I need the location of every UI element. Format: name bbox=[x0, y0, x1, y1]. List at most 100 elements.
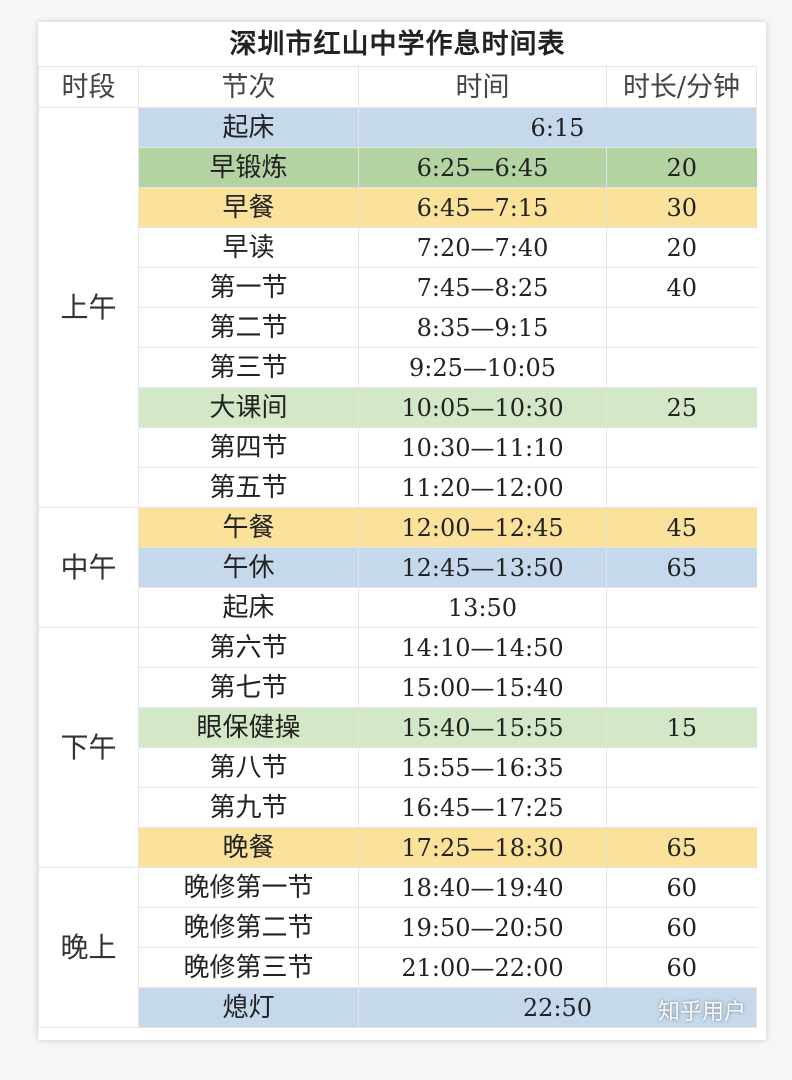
session-name: 早锻炼 bbox=[138, 147, 359, 188]
session-duration: 20 bbox=[606, 227, 757, 268]
session-name: 第八节 bbox=[138, 747, 359, 788]
session-name: 早读 bbox=[138, 227, 359, 268]
session-time: 15:40—15:55 bbox=[358, 707, 607, 748]
session-duration bbox=[606, 787, 757, 828]
session-duration: 65 bbox=[606, 827, 757, 868]
session-duration: 15 bbox=[606, 707, 757, 748]
schedule-row: 第七节 15:00—15:40 bbox=[39, 667, 757, 708]
session-time: 8:35—9:15 bbox=[358, 307, 607, 348]
session-duration: 20 bbox=[606, 147, 757, 188]
session-time: 10:05—10:30 bbox=[358, 387, 607, 428]
session-time: 11:20—12:00 bbox=[358, 467, 607, 508]
schedule-row: 起床 13:50 bbox=[39, 587, 757, 628]
session-name: 第三节 bbox=[138, 347, 359, 388]
period-label: 上午 bbox=[38, 107, 139, 508]
schedule-row: 早读 7:20—7:40 20 bbox=[39, 227, 757, 268]
schedule-row: 中午 午餐 12:00—12:45 45 bbox=[38, 507, 757, 628]
schedule-row: 第二节 8:35—9:15 bbox=[39, 307, 757, 348]
session-duration: 60 bbox=[606, 947, 757, 988]
session-duration bbox=[606, 667, 757, 708]
session-duration bbox=[606, 427, 757, 468]
session-name: 午休 bbox=[138, 547, 359, 588]
session-time: 6:45—7:15 bbox=[358, 187, 607, 228]
session-name: 第四节 bbox=[138, 427, 359, 468]
session-time: 9:25—10:05 bbox=[358, 347, 607, 388]
session-time: 19:50—20:50 bbox=[358, 907, 607, 948]
schedule-row: 早锻炼 6:25—6:45 20 bbox=[39, 147, 757, 188]
session-name: 起床 bbox=[138, 587, 359, 628]
session-duration bbox=[606, 587, 757, 628]
header-duration: 时长/分钟 bbox=[606, 66, 757, 108]
session-name: 第二节 bbox=[138, 307, 359, 348]
period-label: 下午 bbox=[38, 627, 139, 868]
session-name: 第五节 bbox=[138, 467, 359, 508]
session-name: 眼保健操 bbox=[138, 707, 359, 748]
session-duration bbox=[606, 747, 757, 788]
schedule-sheet: 深圳市红山中学作息时间表 时段 节次 时间 时长/分钟 上午 起床 6:15 早锻炼 6… bbox=[38, 22, 766, 1040]
schedule-row: 晚上 晚修第一节 18:40—19:40 60 bbox=[38, 867, 757, 1028]
session-name: 第九节 bbox=[138, 787, 359, 828]
session-duration bbox=[606, 467, 757, 508]
session-duration bbox=[606, 627, 757, 668]
session-duration: 65 bbox=[606, 547, 757, 588]
session-duration: 60 bbox=[606, 907, 757, 948]
schedule-row: 午休 12:45—13:50 65 bbox=[39, 547, 757, 588]
session-time: 18:40—19:40 bbox=[358, 867, 607, 908]
header-period: 时段 bbox=[38, 66, 139, 108]
session-time: 17:25—18:30 bbox=[358, 827, 607, 868]
schedule-row: 第三节 9:25—10:05 bbox=[39, 347, 757, 388]
session-name: 晚修第二节 bbox=[138, 907, 359, 948]
session-time: 15:55—16:35 bbox=[358, 747, 607, 788]
session-time: 12:45—13:50 bbox=[358, 547, 607, 588]
session-time: 14:10—14:50 bbox=[358, 627, 607, 668]
session-duration: 30 bbox=[606, 187, 757, 228]
session-duration: 60 bbox=[606, 867, 757, 908]
schedule-row: 第五节 11:20—12:00 bbox=[39, 467, 757, 508]
session-name: 起床 bbox=[138, 107, 359, 148]
session-name: 晚修第一节 bbox=[138, 867, 359, 908]
header-session: 节次 bbox=[138, 66, 359, 108]
session-time: 6:25—6:45 bbox=[358, 147, 607, 188]
session-name: 第一节 bbox=[138, 267, 359, 308]
schedule-row: 熄灯 22:50 bbox=[39, 987, 757, 1028]
schedule-row: 晚修第三节 21:00—22:00 60 bbox=[39, 947, 757, 988]
schedule-row: 晚餐 17:25—18:30 65 bbox=[39, 827, 757, 868]
session-name: 第七节 bbox=[138, 667, 359, 708]
schedule-row: 大课间 10:05—10:30 25 bbox=[39, 387, 757, 428]
session-time: 6:15 bbox=[358, 107, 757, 148]
session-time: 21:00—22:00 bbox=[358, 947, 607, 988]
session-duration bbox=[606, 347, 757, 388]
session-time: 7:20—7:40 bbox=[358, 227, 607, 268]
session-name: 大课间 bbox=[138, 387, 359, 428]
session-duration bbox=[606, 307, 757, 348]
schedule-row: 第九节 16:45—17:25 bbox=[39, 787, 757, 828]
header-row: 时段 节次 时间 时长/分钟 bbox=[38, 66, 757, 108]
watermark: 知乎用户 bbox=[657, 1000, 746, 1025]
schedule-row: 早餐 6:45—7:15 30 bbox=[39, 187, 757, 228]
header-time: 时间 bbox=[358, 66, 607, 108]
session-duration: 40 bbox=[606, 267, 757, 308]
schedule-row: 晚修第二节 19:50—20:50 60 bbox=[39, 907, 757, 948]
session-name: 晚餐 bbox=[138, 827, 359, 868]
schedule-row: 下午 第六节 14:10—14:50 bbox=[38, 627, 757, 868]
session-time: 12:00—12:45 bbox=[358, 507, 607, 548]
session-name: 早餐 bbox=[138, 187, 359, 228]
schedule-row: 第八节 15:55—16:35 bbox=[39, 747, 757, 788]
session-name: 午餐 bbox=[138, 507, 359, 548]
period-label: 中午 bbox=[38, 507, 139, 628]
session-time: 10:30—11:10 bbox=[358, 427, 607, 468]
session-time: 13:50 bbox=[358, 587, 607, 628]
schedule-row: 第四节 10:30—11:10 bbox=[39, 427, 757, 468]
session-name: 第六节 bbox=[138, 627, 359, 668]
period-label: 晚上 bbox=[38, 867, 139, 1028]
page-title: 深圳市红山中学作息时间表 bbox=[38, 22, 757, 67]
session-name: 晚修第三节 bbox=[138, 947, 359, 988]
session-name: 熄灯 bbox=[138, 987, 359, 1028]
schedule-row: 眼保健操 15:40—15:55 15 bbox=[39, 707, 757, 748]
session-time: 16:45—17:25 bbox=[358, 787, 607, 828]
session-time: 15:00—15:40 bbox=[358, 667, 607, 708]
schedule-row: 上午 起床 6:15 bbox=[38, 107, 757, 508]
session-time: 7:45—8:25 bbox=[358, 267, 607, 308]
session-duration: 45 bbox=[606, 507, 757, 548]
session-duration: 25 bbox=[606, 387, 757, 428]
